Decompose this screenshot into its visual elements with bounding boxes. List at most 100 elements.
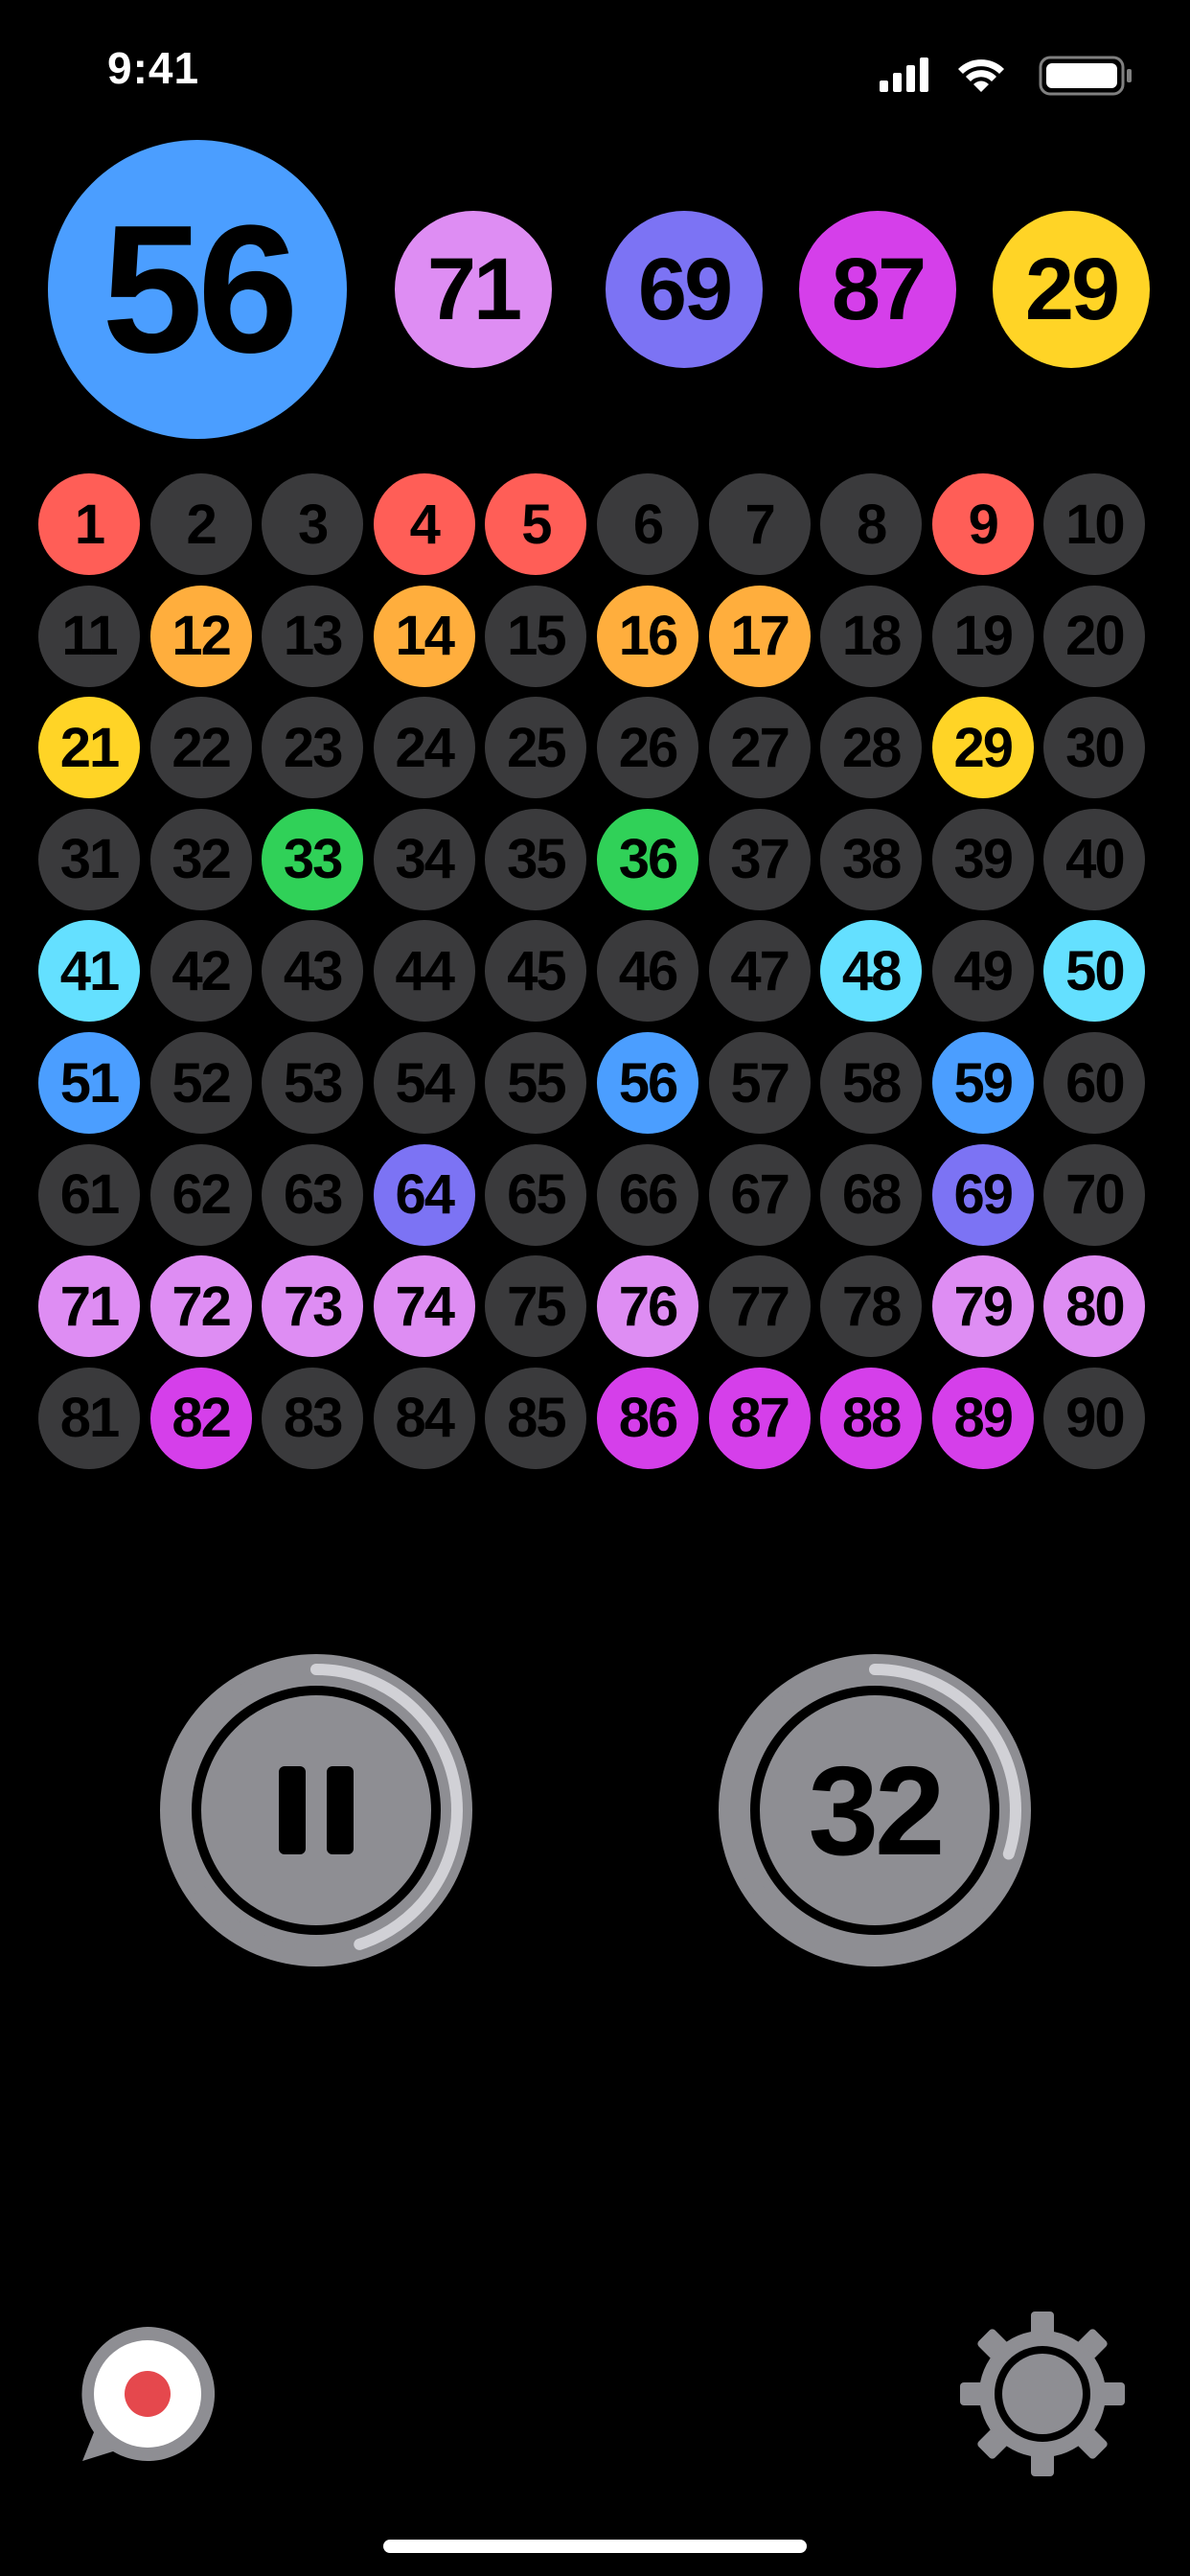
board-cell-84[interactable]: 84 [373, 1367, 475, 1469]
gear-icon[interactable] [958, 2310, 1127, 2478]
board-cell-39[interactable]: 39 [931, 808, 1034, 910]
board-cell-9[interactable]: 9 [931, 473, 1034, 575]
board-cell-66[interactable]: 66 [597, 1143, 698, 1246]
board-cell-2[interactable]: 2 [149, 473, 252, 575]
board-cell-69[interactable]: 69 [931, 1143, 1034, 1246]
board-cell-81[interactable]: 81 [38, 1367, 140, 1469]
board-cell-30[interactable]: 30 [1043, 697, 1146, 799]
board-cell-38[interactable]: 38 [820, 808, 923, 910]
board-cell-8[interactable]: 8 [820, 473, 923, 575]
board-cell-64[interactable]: 64 [373, 1143, 475, 1246]
board-cell-32[interactable]: 32 [149, 808, 252, 910]
board-cell-6[interactable]: 6 [597, 473, 698, 575]
board-cell-70[interactable]: 70 [1043, 1143, 1146, 1246]
board-cell-35[interactable]: 35 [485, 808, 587, 910]
board-cell-10[interactable]: 10 [1043, 473, 1146, 575]
board-cell-34[interactable]: 34 [373, 808, 475, 910]
board-cell-36[interactable]: 36 [597, 808, 698, 910]
board-cell-20[interactable]: 20 [1043, 585, 1146, 687]
board-cell-7[interactable]: 7 [708, 473, 811, 575]
board-cell-73[interactable]: 73 [262, 1255, 364, 1358]
board-cell-37[interactable]: 37 [708, 808, 811, 910]
board-cell-14[interactable]: 14 [373, 585, 475, 687]
board-cell-65[interactable]: 65 [485, 1143, 587, 1246]
board-cell-71[interactable]: 71 [38, 1255, 140, 1358]
board-cell-1[interactable]: 1 [38, 473, 140, 575]
home-indicator[interactable] [383, 2540, 807, 2553]
number-board: 1 2 3 4 5 6 7 8 9 10 11 12 13 14 15 16 17 18 19 20 21 22 23 24 2… [38, 473, 1152, 1480]
board-cell-17[interactable]: 17 [708, 585, 811, 687]
board-cell-76[interactable]: 76 [597, 1255, 698, 1358]
board-cell-77[interactable]: 77 [708, 1255, 811, 1358]
board-cell-22[interactable]: 22 [149, 697, 252, 799]
board-cell-23[interactable]: 23 [262, 697, 364, 799]
board-cell-5[interactable]: 5 [485, 473, 587, 575]
board-cell-63[interactable]: 63 [262, 1143, 364, 1246]
pause-button[interactable] [160, 1654, 472, 1966]
board-cell-57[interactable]: 57 [708, 1032, 811, 1134]
board-cell-41[interactable]: 41 [38, 920, 140, 1023]
board-cell-4[interactable]: 4 [373, 473, 475, 575]
board-cell-60[interactable]: 60 [1043, 1032, 1146, 1134]
board-cell-42[interactable]: 42 [149, 920, 252, 1023]
recent-ball-number: 71 [426, 241, 522, 338]
board-cell-56[interactable]: 56 [597, 1032, 698, 1134]
board-cell-43[interactable]: 43 [262, 920, 364, 1023]
board-cell-88[interactable]: 88 [820, 1367, 923, 1469]
board-cell-29[interactable]: 29 [931, 697, 1034, 799]
board-cell-59[interactable]: 59 [931, 1032, 1034, 1134]
board-cell-67[interactable]: 67 [708, 1143, 811, 1246]
board-cell-50[interactable]: 50 [1043, 920, 1146, 1023]
board-cell-26[interactable]: 26 [597, 697, 698, 799]
board-cell-89[interactable]: 89 [931, 1367, 1034, 1469]
board-cell-33[interactable]: 33 [262, 808, 364, 910]
board-cell-18[interactable]: 18 [820, 585, 923, 687]
board-cell-46[interactable]: 46 [597, 920, 698, 1023]
board-cell-45[interactable]: 45 [485, 920, 587, 1023]
board-cell-80[interactable]: 80 [1043, 1255, 1146, 1358]
board-cell-55[interactable]: 55 [485, 1032, 587, 1134]
board-cell-31[interactable]: 31 [38, 808, 140, 910]
countdown-button[interactable]: 32 [719, 1654, 1031, 1966]
board-cell-51[interactable]: 51 [38, 1032, 140, 1134]
board-cell-78[interactable]: 78 [820, 1255, 923, 1358]
board-cell-61[interactable]: 61 [38, 1143, 140, 1246]
board-cell-49[interactable]: 49 [931, 920, 1034, 1023]
board-cell-82[interactable]: 82 [149, 1367, 252, 1469]
board-cell-3[interactable]: 3 [262, 473, 364, 575]
board-cell-21[interactable]: 21 [38, 697, 140, 799]
called-balls-row: 56 71 69 87 29 [0, 134, 1190, 450]
board-cell-86[interactable]: 86 [597, 1367, 698, 1469]
board-cell-85[interactable]: 85 [485, 1367, 587, 1469]
board-cell-74[interactable]: 74 [373, 1255, 475, 1358]
board-cell-48[interactable]: 48 [820, 920, 923, 1023]
board-cell-90[interactable]: 90 [1043, 1367, 1146, 1469]
board-cell-11[interactable]: 11 [38, 585, 140, 687]
board-cell-54[interactable]: 54 [373, 1032, 475, 1134]
board-cell-47[interactable]: 47 [708, 920, 811, 1023]
board-cell-72[interactable]: 72 [149, 1255, 252, 1358]
board-cell-53[interactable]: 53 [262, 1032, 364, 1134]
board-cell-25[interactable]: 25 [485, 697, 587, 799]
cast-chat-icon[interactable] [75, 2321, 220, 2467]
board-cell-12[interactable]: 12 [149, 585, 252, 687]
board-cell-75[interactable]: 75 [485, 1255, 587, 1358]
board-cell-15[interactable]: 15 [485, 585, 587, 687]
board-cell-62[interactable]: 62 [149, 1143, 252, 1246]
board-cell-58[interactable]: 58 [820, 1032, 923, 1134]
board-cell-52[interactable]: 52 [149, 1032, 252, 1134]
board-cell-87[interactable]: 87 [708, 1367, 811, 1469]
recent-ball: 71 [395, 211, 552, 368]
current-ball-number: 56 [102, 188, 298, 391]
board-cell-19[interactable]: 19 [931, 585, 1034, 687]
board-cell-16[interactable]: 16 [597, 585, 698, 687]
board-cell-27[interactable]: 27 [708, 697, 811, 799]
board-cell-83[interactable]: 83 [262, 1367, 364, 1469]
board-cell-40[interactable]: 40 [1043, 808, 1146, 910]
board-cell-24[interactable]: 24 [373, 697, 475, 799]
board-cell-13[interactable]: 13 [262, 585, 364, 687]
board-cell-79[interactable]: 79 [931, 1255, 1034, 1358]
board-cell-68[interactable]: 68 [820, 1143, 923, 1246]
board-cell-28[interactable]: 28 [820, 697, 923, 799]
board-cell-44[interactable]: 44 [373, 920, 475, 1023]
